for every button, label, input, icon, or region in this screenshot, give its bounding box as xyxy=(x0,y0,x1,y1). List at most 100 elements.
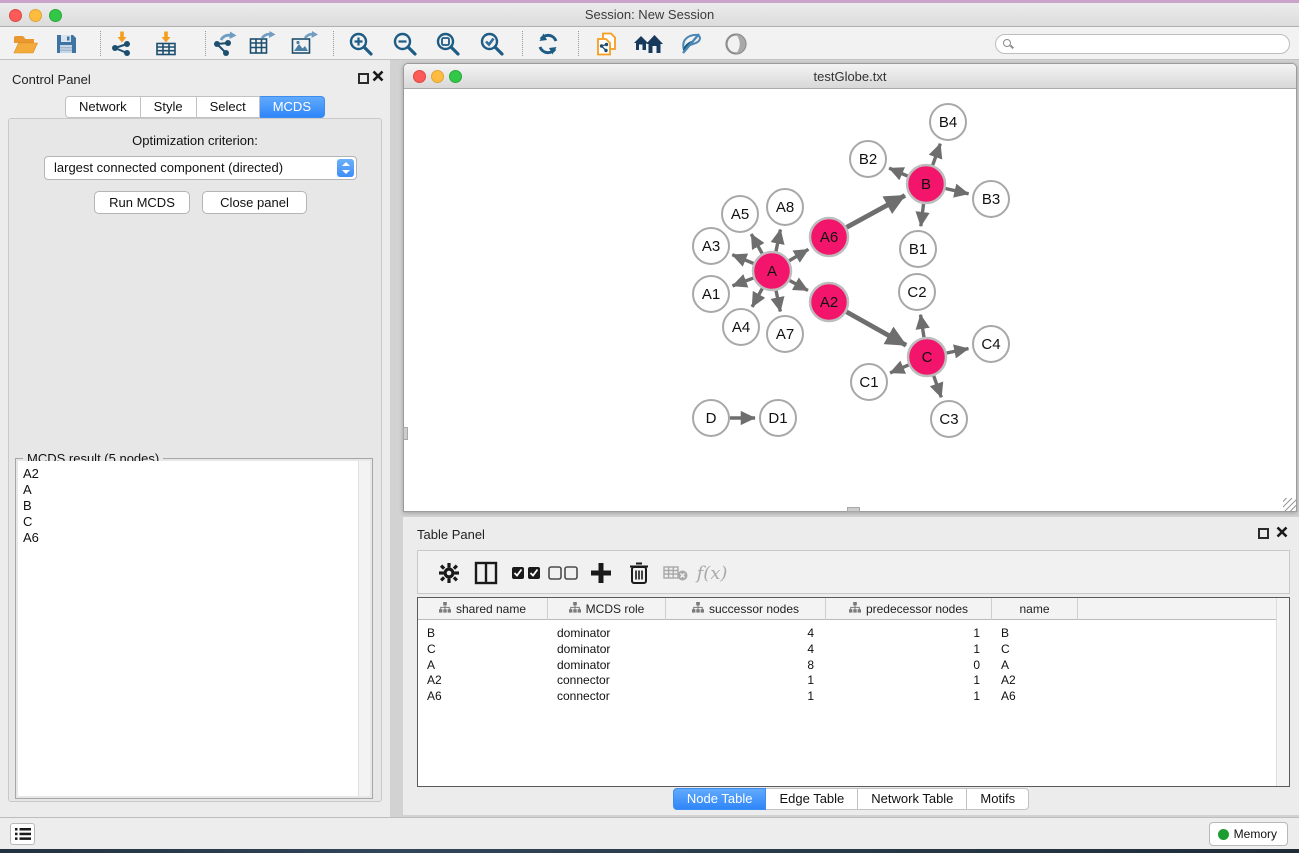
task-list-button[interactable] xyxy=(10,823,35,845)
network-canvas[interactable]: B4B2BB3A5A8A6B1A3AC2A1A2A4A7C4CC1C3DD1 xyxy=(405,89,1295,510)
edge-A-A4[interactable] xyxy=(752,288,762,306)
refresh-icon[interactable] xyxy=(533,30,563,57)
table-cell[interactable]: A6 xyxy=(992,688,1078,704)
table-cell[interactable]: 1 xyxy=(826,672,992,688)
edge-A-A5[interactable] xyxy=(751,234,762,254)
table-cell[interactable]: 0 xyxy=(826,657,992,673)
select-all-icon[interactable] xyxy=(511,559,541,587)
edge-C-C3[interactable] xyxy=(934,376,942,397)
table-cell[interactable]: B xyxy=(418,625,548,641)
criterion-dropdown[interactable]: largest connected component (directed) xyxy=(44,156,357,180)
tab-motifs[interactable]: Motifs xyxy=(967,788,1029,810)
homes-icon[interactable] xyxy=(633,30,663,57)
copy-network-icon[interactable] xyxy=(592,30,622,57)
float-panel-icon[interactable] xyxy=(1258,526,1269,544)
zoom-selected-icon[interactable] xyxy=(477,30,507,57)
edge-A2-C[interactable] xyxy=(846,312,906,345)
mcds-result-item[interactable]: A2 xyxy=(23,466,358,482)
edge-C-C1[interactable] xyxy=(890,365,909,373)
split-column-icon[interactable] xyxy=(471,559,501,587)
gear-icon[interactable] xyxy=(434,559,464,587)
column-header-successor-nodes[interactable]: successor nodes xyxy=(666,598,826,620)
mcds-result-item[interactable]: B xyxy=(23,498,358,514)
mcds-result-item[interactable]: A6 xyxy=(23,530,358,546)
export-network-icon[interactable] xyxy=(209,30,239,57)
table-cell[interactable]: connector xyxy=(548,672,666,688)
import-table-icon[interactable] xyxy=(151,30,181,57)
table-cell[interactable]: 1 xyxy=(826,688,992,704)
zoom-fit-icon[interactable] xyxy=(433,30,463,57)
table-cell[interactable]: connector xyxy=(548,688,666,704)
edge-A-A7[interactable] xyxy=(776,291,780,312)
tab-node-table[interactable]: Node Table xyxy=(673,788,767,810)
resize-corner-icon[interactable] xyxy=(1283,498,1296,511)
column-header-name[interactable]: name xyxy=(992,598,1078,620)
mcds-result-item[interactable]: C xyxy=(23,514,358,530)
import-network-icon[interactable] xyxy=(107,30,137,57)
mcds-result-item[interactable]: A xyxy=(23,482,358,498)
float-panel-icon[interactable] xyxy=(358,71,369,89)
edge-B-B4[interactable] xyxy=(933,144,941,165)
table-cell[interactable]: A xyxy=(418,657,548,673)
edge-B-B2[interactable] xyxy=(889,168,908,176)
edge-C-C2[interactable] xyxy=(920,315,923,338)
edge-A-A6[interactable] xyxy=(789,249,808,260)
edge-C-C4[interactable] xyxy=(947,349,969,353)
export-table-icon[interactable] xyxy=(247,30,277,57)
close-panel-icon[interactable] xyxy=(372,69,384,87)
table-cell[interactable]: C xyxy=(992,641,1078,657)
window-edge-handle[interactable] xyxy=(847,507,860,512)
deselect-all-icon[interactable] xyxy=(548,559,578,587)
edge-A-A1[interactable] xyxy=(733,278,754,286)
mcds-result-list[interactable]: A2ABCA6 xyxy=(18,461,358,796)
table-cell[interactable]: A6 xyxy=(418,688,548,704)
tab-style[interactable]: Style xyxy=(141,96,197,118)
network-window-titlebar[interactable]: testGlobe.txt xyxy=(404,64,1296,89)
column-header-predecessor-nodes[interactable]: predecessor nodes xyxy=(826,598,992,620)
window-edge-handle[interactable] xyxy=(403,427,408,440)
table-cell[interactable]: dominator xyxy=(548,625,666,641)
memory-button[interactable]: Memory xyxy=(1209,822,1288,846)
function-icon[interactable]: f(x) xyxy=(697,559,727,587)
table-cell[interactable]: 8 xyxy=(666,657,826,673)
open-icon[interactable] xyxy=(10,30,40,57)
tab-select[interactable]: Select xyxy=(197,96,260,118)
eye-icon[interactable] xyxy=(721,30,751,57)
edge-B-B1[interactable] xyxy=(921,204,924,226)
run-mcds-button[interactable]: Run MCDS xyxy=(94,191,190,214)
table-cell[interactable]: 1 xyxy=(826,641,992,657)
search-input[interactable] xyxy=(995,34,1290,54)
table-cell[interactable]: 4 xyxy=(666,641,826,657)
tab-network-table[interactable]: Network Table xyxy=(858,788,967,810)
table-cell[interactable]: 1 xyxy=(826,625,992,641)
table-cell[interactable]: 4 xyxy=(666,625,826,641)
column-header-shared-name[interactable]: shared name xyxy=(418,598,548,620)
table-cell[interactable]: 1 xyxy=(666,672,826,688)
tab-edge-table[interactable]: Edge Table xyxy=(766,788,858,810)
edge-A-A3[interactable] xyxy=(732,255,753,264)
table-cell[interactable]: 1 xyxy=(666,688,826,704)
edge-A-A2[interactable] xyxy=(790,281,808,291)
tab-mcds[interactable]: MCDS xyxy=(260,96,325,118)
edge-B-B3[interactable] xyxy=(945,188,968,193)
save-icon[interactable] xyxy=(51,30,81,57)
export-image-icon[interactable] xyxy=(289,30,319,57)
mcds-list-scrollbar[interactable] xyxy=(358,461,370,796)
table-cell[interactable]: dominator xyxy=(548,641,666,657)
table-cell[interactable]: A2 xyxy=(418,672,548,688)
close-panel-icon[interactable] xyxy=(1276,525,1288,543)
table-cell[interactable]: dominator xyxy=(548,657,666,673)
zoom-out-icon[interactable] xyxy=(390,30,420,57)
toggle-details-icon[interactable] xyxy=(676,30,706,57)
network-graph[interactable]: B4B2BB3A5A8A6B1A3AC2A1A2A4A7C4CC1C3DD1 xyxy=(405,89,1295,511)
table-scrollbar[interactable] xyxy=(1276,598,1289,786)
edge-A6-B[interactable] xyxy=(847,196,905,228)
column-header-MCDS-role[interactable]: MCDS role xyxy=(548,598,666,620)
edge-A-A8[interactable] xyxy=(776,230,780,252)
close-panel-button[interactable]: Close panel xyxy=(202,191,307,214)
table-cell[interactable]: A2 xyxy=(992,672,1078,688)
add-icon[interactable] xyxy=(586,559,616,587)
table-cell[interactable]: A xyxy=(992,657,1078,673)
table-cell[interactable]: B xyxy=(992,625,1078,641)
trash-icon[interactable] xyxy=(624,559,654,587)
